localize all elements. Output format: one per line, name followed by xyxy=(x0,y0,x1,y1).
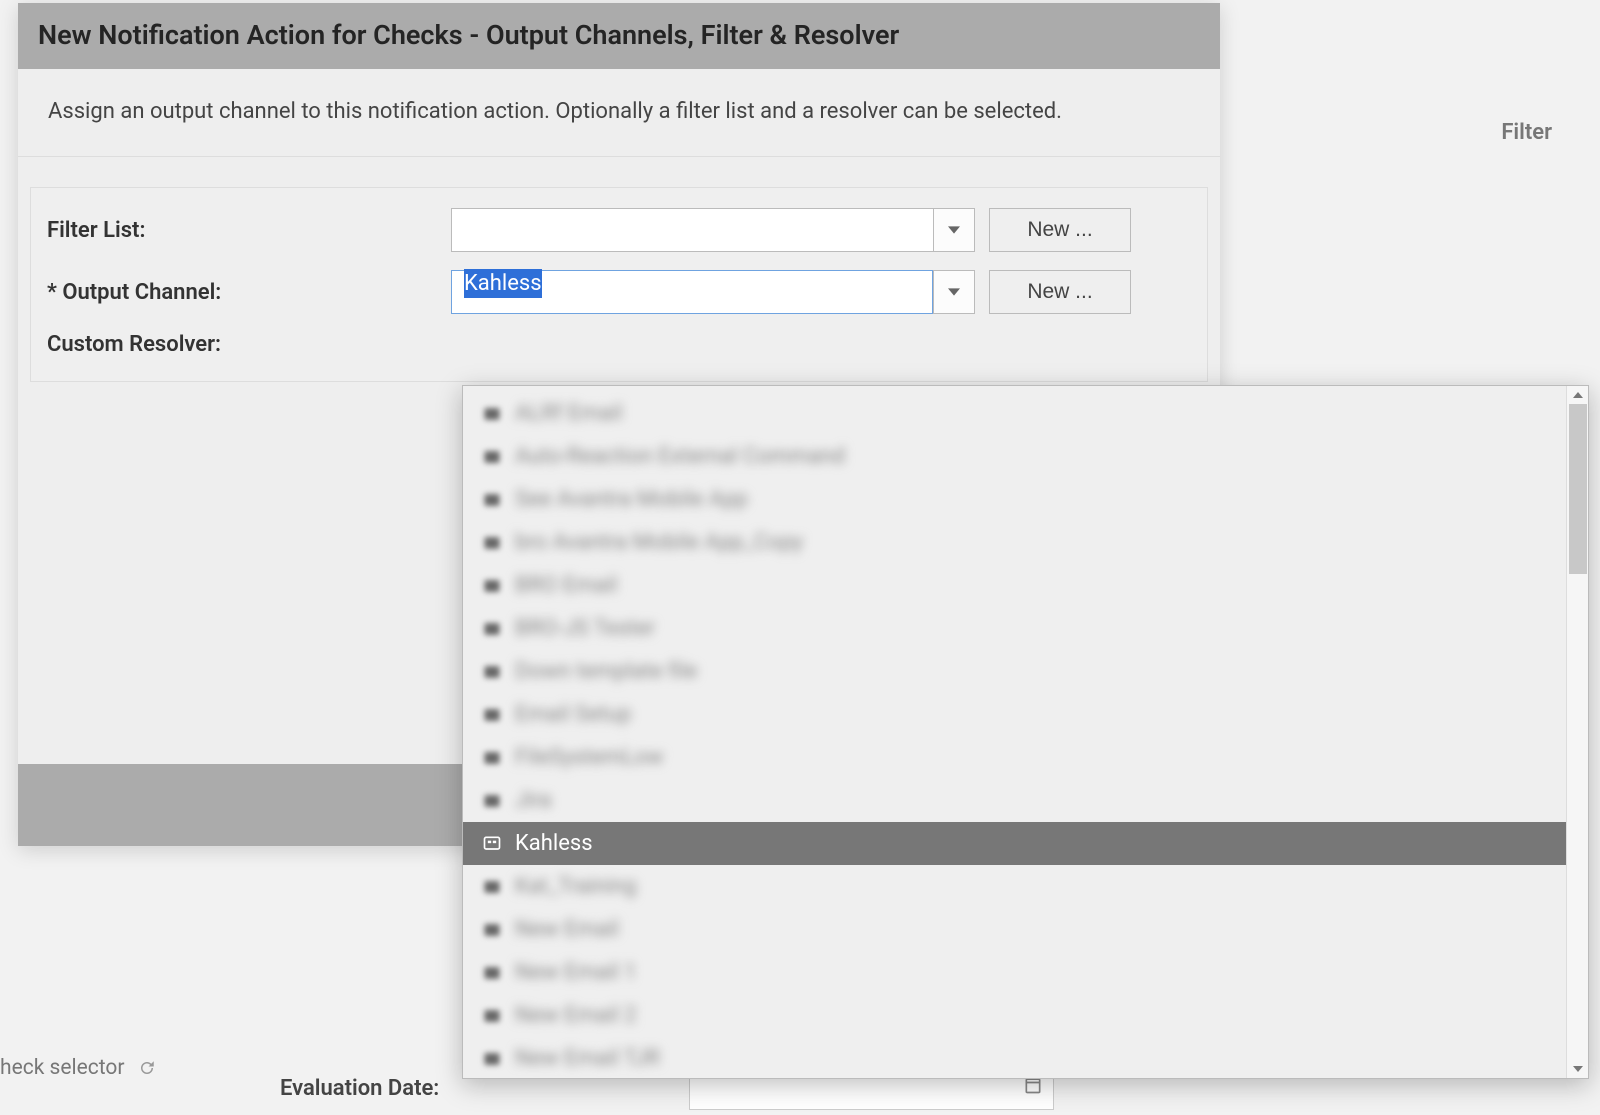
col-filter: Filter xyxy=(1501,120,1552,145)
output-channel-input[interactable]: Kahless xyxy=(451,270,933,314)
dropdown-item[interactable]: Jira xyxy=(463,779,1566,822)
dropdown-item[interactable]: Email Setup xyxy=(463,693,1566,736)
dropdown-item[interactable]: New Email TJR xyxy=(463,1037,1566,1078)
scroll-down-arrow[interactable] xyxy=(1567,1060,1588,1078)
dropdown-item-label: Jira xyxy=(515,788,551,813)
dropdown-item[interactable]: FileSystemLow xyxy=(463,736,1566,779)
dropdown-item-selected[interactable]: Kahless xyxy=(463,822,1566,865)
dialog-description: Assign an output channel to this notific… xyxy=(18,69,1220,157)
filter-list-dropdown-arrow[interactable] xyxy=(933,208,975,252)
dropdown-item-label: Auto-Reaction External Command xyxy=(515,444,845,469)
output-channel-label: * Output Channel: xyxy=(45,280,451,305)
dropdown-item[interactable]: ALRf Email xyxy=(463,392,1566,435)
dialog-title: New Notification Action for Checks - Out… xyxy=(18,3,1220,69)
channel-icon xyxy=(481,962,503,984)
filter-list-combo[interactable] xyxy=(451,208,975,252)
channel-icon xyxy=(481,876,503,898)
channel-icon xyxy=(481,833,503,855)
output-channel-new-button[interactable]: New ... xyxy=(989,270,1131,314)
channel-icon xyxy=(481,446,503,468)
output-channel-combo[interactable]: Kahless xyxy=(451,270,975,314)
channel-icon xyxy=(481,1005,503,1027)
check-selector-row: heck selector xyxy=(0,1056,157,1080)
dropdown-item-label: BRO Email xyxy=(515,573,617,598)
output-channel-dropdown-arrow[interactable] xyxy=(933,270,975,314)
channel-icon xyxy=(481,532,503,554)
channel-icon xyxy=(481,489,503,511)
dropdown-item-label: New Email 1 xyxy=(515,960,637,985)
dropdown-item-label: ALRf Email xyxy=(515,401,622,426)
dropdown-item-label: Down template file xyxy=(515,659,697,684)
custom-resolver-row: Custom Resolver: xyxy=(45,332,1193,357)
scroll-up-arrow[interactable] xyxy=(1567,386,1588,404)
channel-icon xyxy=(481,661,503,683)
channel-icon xyxy=(481,790,503,812)
dropdown-item-label: Kahless xyxy=(515,831,593,856)
dialog-body: Filter List: New ... * Output Channel: K… xyxy=(18,157,1220,394)
form-panel: Filter List: New ... * Output Channel: K… xyxy=(30,187,1208,382)
filter-list-row: Filter List: New ... xyxy=(45,208,1193,252)
dropdown-item[interactable]: BRO-JS Tester xyxy=(463,607,1566,650)
channel-icon xyxy=(481,747,503,769)
dropdown-item-label: bro Avantra Mobile App_Copy xyxy=(515,530,803,555)
dropdown-item[interactable]: New Email 2 xyxy=(463,994,1566,1037)
channel-icon xyxy=(481,575,503,597)
evaluation-date-label: Evaluation Date: xyxy=(280,1076,439,1101)
scroll-thumb[interactable] xyxy=(1569,404,1587,574)
dropdown-item[interactable]: Down template file xyxy=(463,650,1566,693)
dropdown-scrollbar[interactable] xyxy=(1566,386,1588,1078)
dropdown-item-label: FileSystemLow xyxy=(515,745,663,770)
dropdown-item-label: New Email TJR xyxy=(515,1046,660,1071)
check-selector-label: heck selector xyxy=(0,1056,125,1080)
dropdown-item-label: New Email 2 xyxy=(515,1003,637,1028)
dropdown-item[interactable]: See Avantra Mobile App xyxy=(463,478,1566,521)
filter-list-label: Filter List: xyxy=(45,218,451,243)
dropdown-item-label: See Avantra Mobile App xyxy=(515,487,748,512)
channel-icon xyxy=(481,919,503,941)
channel-icon xyxy=(481,704,503,726)
dropdown-list: ALRf Email Auto-Reaction External Command… xyxy=(463,386,1566,1078)
refresh-icon[interactable] xyxy=(137,1058,157,1078)
filter-list-input[interactable] xyxy=(451,208,933,252)
dropdown-item-label: Kat_Training xyxy=(515,874,637,899)
dropdown-item[interactable]: bro Avantra Mobile App_Copy xyxy=(463,521,1566,564)
dropdown-item-label: BRO-JS Tester xyxy=(515,616,655,641)
dropdown-item[interactable]: New Email xyxy=(463,908,1566,951)
output-channel-row: * Output Channel: Kahless New ... xyxy=(45,270,1193,314)
dropdown-item[interactable]: BRO Email xyxy=(463,564,1566,607)
custom-resolver-label: Custom Resolver: xyxy=(45,332,451,357)
dropdown-item-label: Email Setup xyxy=(515,702,631,727)
filter-list-new-button[interactable]: New ... xyxy=(989,208,1131,252)
dropdown-item[interactable]: Auto-Reaction External Command xyxy=(463,435,1566,478)
dropdown-item[interactable]: New Email 1 xyxy=(463,951,1566,994)
dropdown-item[interactable]: Kat_Training xyxy=(463,865,1566,908)
channel-icon xyxy=(481,403,503,425)
dropdown-item-label: New Email xyxy=(515,917,619,942)
output-channel-dropdown: ALRf Email Auto-Reaction External Command… xyxy=(462,385,1589,1079)
channel-icon xyxy=(481,1048,503,1070)
channel-icon xyxy=(481,618,503,640)
